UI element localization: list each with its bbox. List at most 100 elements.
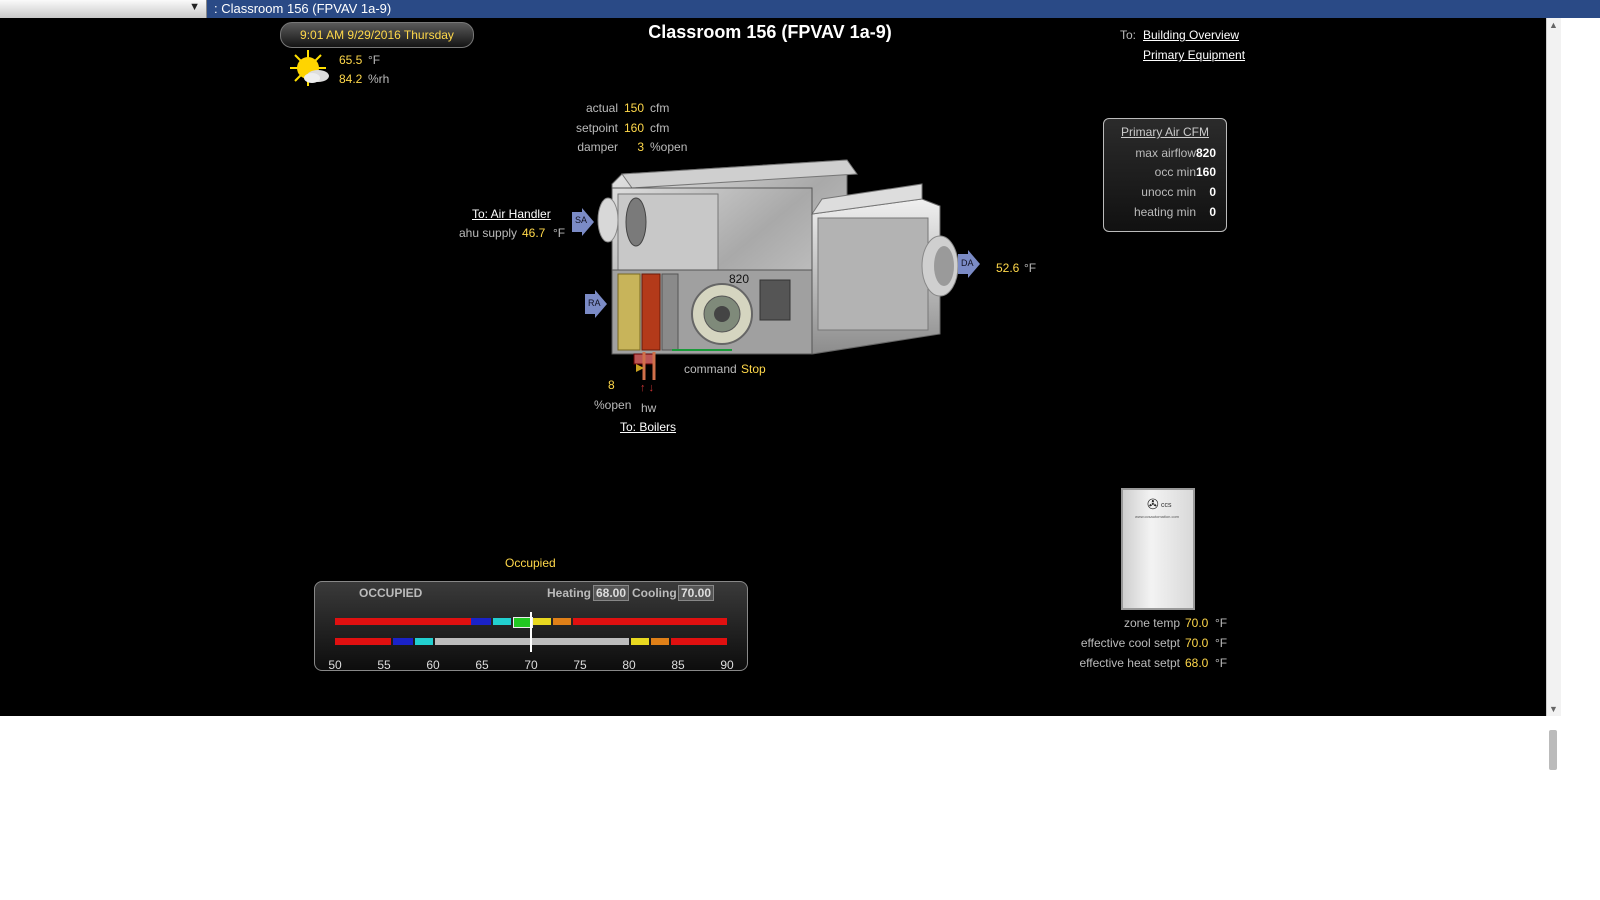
lower-bar-cyan xyxy=(415,638,433,645)
heating-setpoint-field[interactable]: 68.00 xyxy=(593,585,630,601)
primary-air-cfm-title[interactable]: Primary Air CFM xyxy=(1104,125,1226,139)
upper-bar-red-low xyxy=(335,618,471,625)
lower-bar-gray xyxy=(435,638,629,645)
upper-bar-blue xyxy=(471,618,491,625)
cfm-row-value: 820 xyxy=(1195,146,1216,160)
fan-logo-icon: ✇ xyxy=(1147,496,1159,512)
cfm-row-value: 160 xyxy=(1195,165,1216,179)
upper-bar-cyan xyxy=(493,618,511,625)
hw-label: hw xyxy=(641,401,657,415)
fpvav-unit-graphic xyxy=(597,159,959,380)
outdoor-temp-unit: °F xyxy=(368,53,381,67)
outdoor-humidity-unit: %rh xyxy=(368,72,390,86)
schedule-mode: OCCUPIED xyxy=(359,586,423,600)
valve-open-unit: %open xyxy=(594,398,632,412)
cfm-row-label: max airflow xyxy=(1135,146,1196,160)
setpoint-cfm-value: 160 xyxy=(623,121,644,135)
heat-setpt-label: effective heat setpt xyxy=(1079,656,1180,670)
command-label: command xyxy=(684,362,737,376)
tick-label: 60 xyxy=(426,658,440,672)
thermostat-image[interactable]: ✇ ccs www.ccsautomation.com xyxy=(1121,488,1195,610)
zone-temp-value: 70.0 xyxy=(1185,616,1209,630)
cfm-row-value: 0 xyxy=(1209,185,1216,199)
upper-bar-yellow xyxy=(533,618,551,625)
discharge-temp-unit: °F xyxy=(1024,261,1037,275)
upper-bar-orange xyxy=(553,618,571,625)
scroll-down-icon[interactable]: ▼ xyxy=(1549,704,1558,714)
outdoor-humidity-value: 84.2 xyxy=(339,72,363,86)
cool-setpt-unit: °F xyxy=(1215,636,1228,650)
zone-temp-unit: °F xyxy=(1215,616,1228,630)
lower-bar-red-low xyxy=(335,638,391,645)
cooling-label: Cooling xyxy=(632,586,677,600)
link-building-overview[interactable]: Building Overview xyxy=(1143,28,1239,42)
cfm-row-label: heating min xyxy=(1133,205,1196,219)
da-tag: DA xyxy=(961,258,974,268)
fan-value: 820 xyxy=(729,272,750,286)
cfm-row-label: unocc min xyxy=(1141,185,1196,199)
damper-label: damper xyxy=(577,140,618,154)
scroll-up-icon[interactable]: ▲ xyxy=(1549,20,1558,30)
lower-bar-red-high xyxy=(671,638,727,645)
tick-label: 80 xyxy=(622,658,636,672)
cooling-setpoint-field[interactable]: 70.00 xyxy=(678,585,715,601)
cool-setpt-value: 70.0 xyxy=(1185,636,1209,650)
actual-label: actual xyxy=(585,101,618,115)
lower-bar-blue xyxy=(393,638,413,645)
cool-setpt-label: effective cool setpt xyxy=(1080,636,1180,650)
cfm-row-max-airflow: max airflow 820 xyxy=(1104,146,1226,166)
cfm-row-occ-min: occ min 160 xyxy=(1104,165,1226,185)
ahu-supply-label: ahu supply xyxy=(459,226,518,240)
tick-label: 85 xyxy=(671,658,685,672)
link-air-handler[interactable]: To: Air Handler xyxy=(472,207,551,221)
actual-unit: cfm xyxy=(650,101,670,115)
damper-value: 3 xyxy=(637,140,644,154)
tick-label: 70 xyxy=(524,658,538,672)
page-scrollbar-thumb[interactable] xyxy=(1549,730,1557,770)
upper-bar-red-high xyxy=(573,618,727,625)
title-bar: ▼ : Classroom 156 (FPVAV 1a-9) xyxy=(0,0,1600,18)
setpoint-label: setpoint xyxy=(575,121,618,135)
ahu-supply-unit: °F xyxy=(553,226,566,240)
command-value: Stop xyxy=(741,362,766,376)
chevron-down-icon[interactable]: ▼ xyxy=(189,1,200,13)
link-primary-equipment[interactable]: Primary Equipment xyxy=(1143,48,1245,62)
valve-open-value: 8 xyxy=(608,378,615,392)
tick-label: 90 xyxy=(720,658,734,672)
primary-air-cfm-panel: Primary Air CFM max airflow 820 occ min … xyxy=(1103,118,1227,232)
thermostat-url: www.ccsautomation.com xyxy=(1135,514,1180,519)
damper-unit: %open xyxy=(650,140,688,154)
setpoint-schedule-panel: OCCUPIED Heating 68.00 Cooling 70.00 50 … xyxy=(314,581,748,672)
vertical-scrollbar[interactable]: ▲ ▼ xyxy=(1546,18,1561,716)
nav-prefix: To: xyxy=(1120,28,1137,42)
hw-flow-arrows-icon: ↑ ↓ xyxy=(640,382,655,394)
cfm-row-unocc-min: unocc min 0 xyxy=(1104,185,1226,205)
cfm-row-value: 0 xyxy=(1209,205,1216,219)
heat-setpt-value: 68.0 xyxy=(1185,656,1209,670)
nav-dropdown[interactable]: ▼ xyxy=(0,0,207,18)
outdoor-temp-value: 65.5 xyxy=(339,53,363,67)
breadcrumb: : Classroom 156 (FPVAV 1a-9) xyxy=(214,1,392,16)
datetime-display: 9:01 AM 9/29/2016 Thursday xyxy=(280,22,474,48)
tick-label: 50 xyxy=(328,658,342,672)
tick-label: 75 xyxy=(573,658,587,672)
lower-bar-orange xyxy=(651,638,669,645)
lower-bar-yellow xyxy=(631,638,649,645)
discharge-temp-value: 52.6 xyxy=(996,261,1020,275)
current-temp-marker xyxy=(530,612,532,652)
actual-cfm-value: 150 xyxy=(623,101,644,115)
setpoint-unit: cfm xyxy=(650,121,670,135)
sa-tag: SA xyxy=(575,215,588,225)
zone-temp-label: zone temp xyxy=(1123,616,1180,630)
heat-setpt-unit: °F xyxy=(1215,656,1228,670)
cfm-row-heating-min: heating min 0 xyxy=(1104,205,1226,225)
page-title: Classroom 156 (FPVAV 1a-9) xyxy=(648,22,892,42)
ra-tag: RA xyxy=(588,298,601,308)
heating-label: Heating xyxy=(547,586,592,600)
thermostat-brand: ccs xyxy=(1161,502,1172,509)
tick-label: 65 xyxy=(475,658,489,672)
cfm-row-label: occ min xyxy=(1154,165,1196,179)
occupancy-status: Occupied xyxy=(505,556,556,570)
link-boilers[interactable]: To: Boilers xyxy=(620,420,676,434)
ahu-supply-value: 46.7 xyxy=(522,226,546,240)
